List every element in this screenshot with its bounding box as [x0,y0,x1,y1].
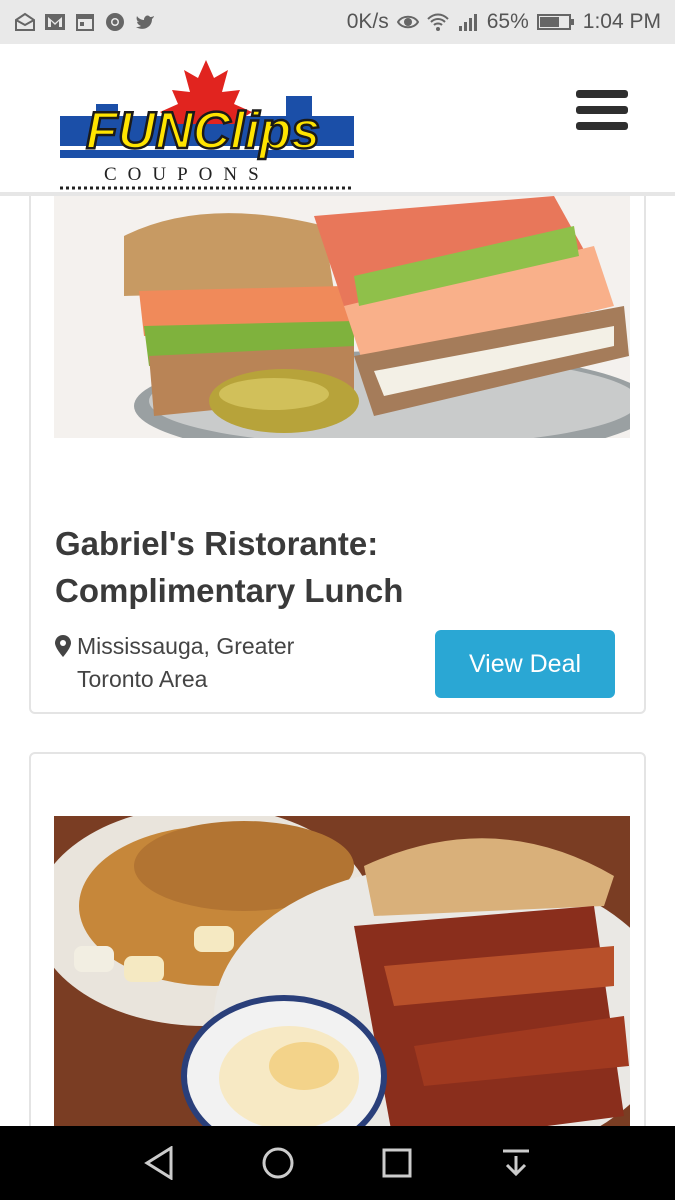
eye-icon [396,12,419,32]
status-bar: 0K/s 65% 1:04 PM [0,0,675,44]
system-indicators: 0K/s 65% 1:04 PM [347,10,661,34]
calendar-icon [74,12,96,32]
gmail-icon [44,12,66,32]
battery-icon [536,12,575,32]
home-icon[interactable] [258,1143,298,1183]
network-speed: 0K/s [346,10,389,33]
logo-wordmark: FUNClips [85,101,322,162]
battery-percent: 65% [486,10,529,33]
location-text: Mississauga, Greater Toronto Area [77,633,295,692]
menu-bar [576,106,628,114]
svg-text:COUPONS: COUPONS [104,164,270,185]
logo-subtitle: COUPONS [104,164,270,185]
breakfast-plate-photo[interactable] [54,816,630,1176]
twitter-icon [134,12,156,32]
map-pin-icon [55,635,71,657]
funclips-logo[interactable]: FUNClips COUPONS [56,52,356,190]
mail-open-icon [14,12,36,32]
notifications-pull-icon[interactable] [496,1143,536,1183]
clock: 1:04 PM [582,10,661,33]
wifi-icon [427,12,449,32]
deal-title[interactable]: Gabriel's Ristorante: Complimentary Lunc… [55,520,615,614]
android-nav-bar [0,1126,675,1200]
menu-bar [576,90,628,98]
site-header: FUNClips COUPONS [0,44,675,196]
chrome-icon [104,12,126,32]
hamburger-menu-icon[interactable] [576,90,628,134]
svg-text:FUNClips: FUNClips [86,102,320,160]
menu-bar [576,122,628,130]
deal-card [29,752,646,1176]
signal-icon [457,12,479,32]
notification-icons [14,12,156,32]
club-sandwich-photo[interactable] [54,196,630,438]
back-icon[interactable] [139,1143,179,1183]
view-deal-button[interactable]: View Deal [435,630,615,698]
deal-card: Gabriel's Ristorante: Complimentary Lunc… [29,170,646,714]
recents-icon[interactable] [377,1143,417,1183]
deal-location: Mississauga, Greater Toronto Area [55,630,385,696]
